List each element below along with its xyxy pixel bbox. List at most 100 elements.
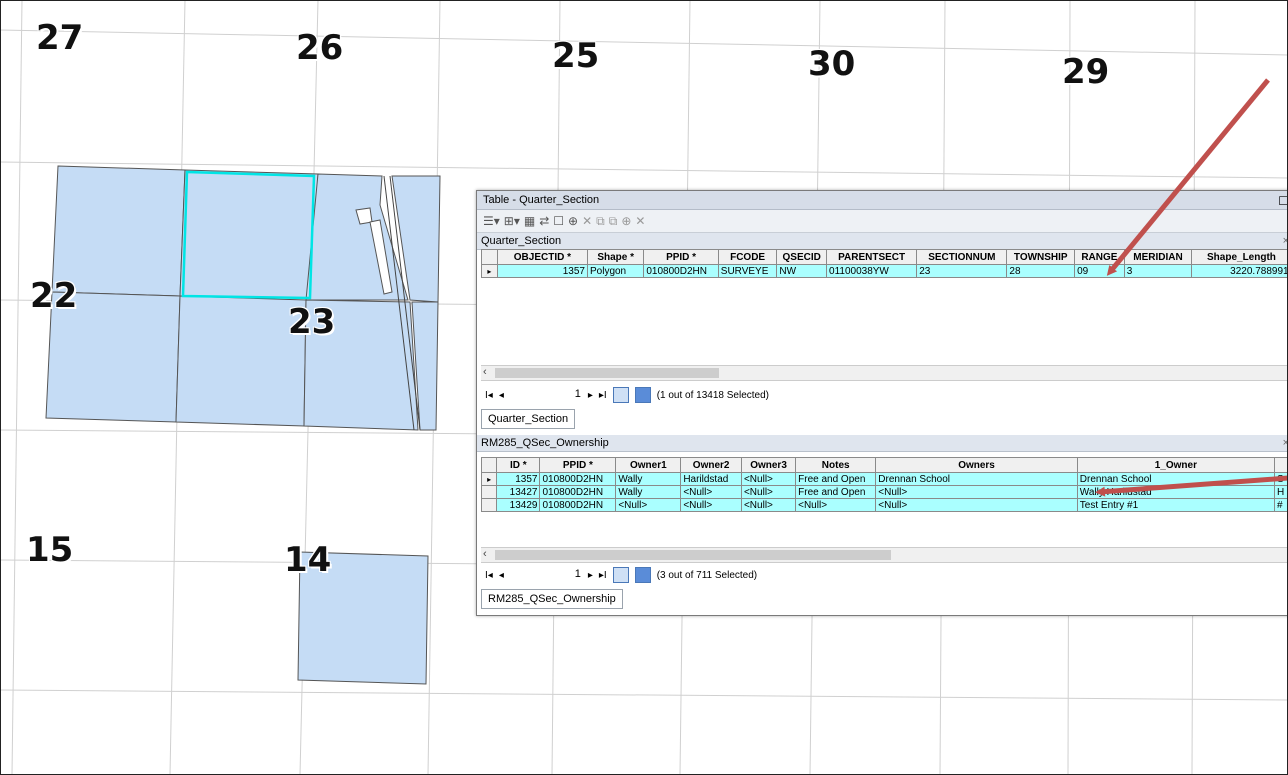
show-selected-records-icon[interactable] xyxy=(634,387,651,403)
ownership-grid[interactable]: ID * PPID * Owner1 Owner2 Owner3 Notes Owners 1… xyxy=(481,457,1288,547)
table-cell[interactable]: 13427 xyxy=(496,485,541,499)
table-cell[interactable]: S xyxy=(1273,472,1288,486)
scroll-thumb[interactable] xyxy=(495,550,891,560)
column-header[interactable]: ID * xyxy=(496,457,541,473)
quarter-section-grid[interactable]: OBJECTID * Shape * PPID * FCODE QSECID PARENT… xyxy=(481,249,1288,361)
record-number-field[interactable]: 1 xyxy=(509,567,582,583)
table-cell[interactable]: <Null> xyxy=(740,498,797,512)
next-record-icon[interactable]: ▸ xyxy=(588,570,593,581)
column-header[interactable]: Shape * xyxy=(586,249,645,265)
copy-icon[interactable]: ⧉ xyxy=(596,214,605,229)
table-cell[interactable]: <Null> xyxy=(875,498,1078,512)
table-cell[interactable]: 010800D2HN xyxy=(539,472,617,486)
table-cell[interactable]: <Null> xyxy=(740,472,797,486)
row-selector[interactable]: ▸ xyxy=(481,264,498,278)
table-cell[interactable]: 28 xyxy=(1006,264,1076,278)
column-header[interactable]: Owners xyxy=(875,457,1078,473)
table-cell[interactable]: # xyxy=(1273,498,1288,512)
select-by-attributes-icon[interactable]: ▦ xyxy=(524,214,535,228)
table-cell[interactable]: 09 xyxy=(1074,264,1125,278)
show-all-records-icon[interactable] xyxy=(612,387,629,403)
show-all-records-icon[interactable] xyxy=(612,567,629,583)
table-cell[interactable]: 010800D2HN xyxy=(539,498,617,512)
tab-ownership[interactable]: RM285_QSec_Ownership xyxy=(481,589,623,609)
table-cell[interactable]: 3 xyxy=(1123,264,1193,278)
table-cell[interactable]: Wally xyxy=(615,472,682,486)
column-header[interactable]: TOWNSHIP xyxy=(1006,249,1076,265)
table-row[interactable]: 13429 010800D2HN <Null> <Null> <Null> <Null> <… xyxy=(481,498,1288,512)
show-selected-records-icon[interactable] xyxy=(634,567,651,583)
column-header[interactable]: Owner3 xyxy=(740,457,797,473)
scroll-left-icon[interactable]: ‹ xyxy=(483,548,487,560)
column-header[interactable]: PPID * xyxy=(539,457,617,473)
column-header[interactable]: 1_Owner xyxy=(1076,457,1275,473)
column-header[interactable]: PARENTSECT xyxy=(826,249,918,265)
zoom-to-selected-icon[interactable]: ⊕ xyxy=(568,214,578,228)
table-cell[interactable]: 010800D2HN xyxy=(539,485,617,499)
switch-selection-icon[interactable]: ⇄ xyxy=(539,214,549,228)
close-icon[interactable]: × xyxy=(1283,435,1288,451)
tab-quarter-section[interactable]: Quarter_Section xyxy=(481,409,576,429)
table-cell[interactable]: 3220.788991 xyxy=(1191,264,1288,278)
table-cell[interactable]: 01100038YW xyxy=(826,264,918,278)
column-header[interactable]: Shape_Length xyxy=(1191,249,1288,265)
table-cell[interactable]: Test Entry #1 xyxy=(1076,498,1275,512)
table-cell[interactable]: <Null> xyxy=(795,498,877,512)
first-record-icon[interactable]: I◂ xyxy=(485,390,493,401)
table-cell[interactable]: Wally xyxy=(615,485,682,499)
table-cell[interactable]: Drennan School xyxy=(1076,472,1275,486)
column-header[interactable]: Owner2 xyxy=(680,457,742,473)
delete-selected-icon[interactable]: ✕ xyxy=(582,214,592,228)
table-cell[interactable]: 010800D2HN xyxy=(643,264,719,278)
column-header[interactable]: RANGE xyxy=(1074,249,1125,265)
column-header[interactable]: FCODE xyxy=(717,249,778,265)
table-cell[interactable]: <Null> xyxy=(680,485,742,499)
related-tables-icon[interactable]: ⊞▾ xyxy=(504,214,520,228)
row-selector[interactable] xyxy=(481,485,498,499)
table-row[interactable]: ▸ 1357 010800D2HN Wally Harildstad <Null> Free… xyxy=(481,472,1288,486)
column-header[interactable]: OBJECTID * xyxy=(496,249,588,265)
close-icon[interactable]: × xyxy=(1283,233,1288,249)
table-options-icon[interactable]: ☰▾ xyxy=(483,214,500,228)
table-cell[interactable]: <Null> xyxy=(875,485,1078,499)
table-cell[interactable]: 1357 xyxy=(496,472,541,486)
table-cell[interactable]: Free and Open xyxy=(795,472,877,486)
attribute-table-window[interactable]: Table - Quarter_Section ☐ ☰▾ ⊞▾ ▦ ⇄ ☐ ⊕ … xyxy=(476,190,1288,616)
column-header[interactable]: Notes xyxy=(795,457,877,473)
horizontal-scrollbar[interactable]: ‹ › xyxy=(481,547,1288,563)
last-record-icon[interactable]: ▸I xyxy=(599,390,607,401)
table-cell[interactable]: H xyxy=(1273,485,1288,499)
table-cell[interactable]: Drennan School xyxy=(875,472,1078,486)
table-cell[interactable]: Harildstad xyxy=(680,472,742,486)
table-cell[interactable]: <Null> xyxy=(615,498,682,512)
clear-selection-icon[interactable]: ☐ xyxy=(553,214,564,228)
field-calc-icon[interactable]: ⊕ xyxy=(621,214,631,228)
table-cell[interactable]: Wally Harildstad xyxy=(1076,485,1275,499)
next-record-icon[interactable]: ▸ xyxy=(588,390,593,401)
table-cell[interactable]: <Null> xyxy=(680,498,742,512)
table-cell[interactable]: Free and Open xyxy=(795,485,877,499)
scroll-thumb[interactable] xyxy=(495,368,719,378)
horizontal-scrollbar[interactable]: ‹ › xyxy=(481,365,1288,381)
maximize-icon[interactable]: ☐ xyxy=(1278,192,1288,210)
table-row[interactable]: ▸ 1357 Polygon 010800D2HN SURVEYE NW 01100038Y… xyxy=(481,264,1288,278)
table-cell[interactable]: <Null> xyxy=(740,485,797,499)
table-cell[interactable]: 13429 xyxy=(496,498,541,512)
row-selector[interactable] xyxy=(481,498,498,512)
first-record-icon[interactable]: I◂ xyxy=(485,570,493,581)
table-cell[interactable]: SURVEYE xyxy=(717,264,778,278)
parcel-layer[interactable] xyxy=(45,165,441,685)
table-cell[interactable]: 23 xyxy=(916,264,1008,278)
column-header[interactable] xyxy=(1273,457,1288,473)
table-cell[interactable]: NW xyxy=(776,264,828,278)
paste-icon[interactable]: ⧉ xyxy=(609,214,618,229)
window-titlebar[interactable]: Table - Quarter_Section ☐ xyxy=(477,191,1288,210)
column-header[interactable]: PPID * xyxy=(643,249,719,265)
scroll-left-icon[interactable]: ‹ xyxy=(483,366,487,378)
column-header[interactable]: QSECID xyxy=(776,249,828,265)
row-selector[interactable]: ▸ xyxy=(481,472,498,486)
table-row[interactable]: 13427 010800D2HN Wally <Null> <Null> Free and… xyxy=(481,485,1288,499)
table-cell[interactable]: 1357 xyxy=(496,264,588,278)
column-header[interactable]: SECTIONNUM xyxy=(916,249,1008,265)
record-number-field[interactable]: 1 xyxy=(509,387,582,403)
